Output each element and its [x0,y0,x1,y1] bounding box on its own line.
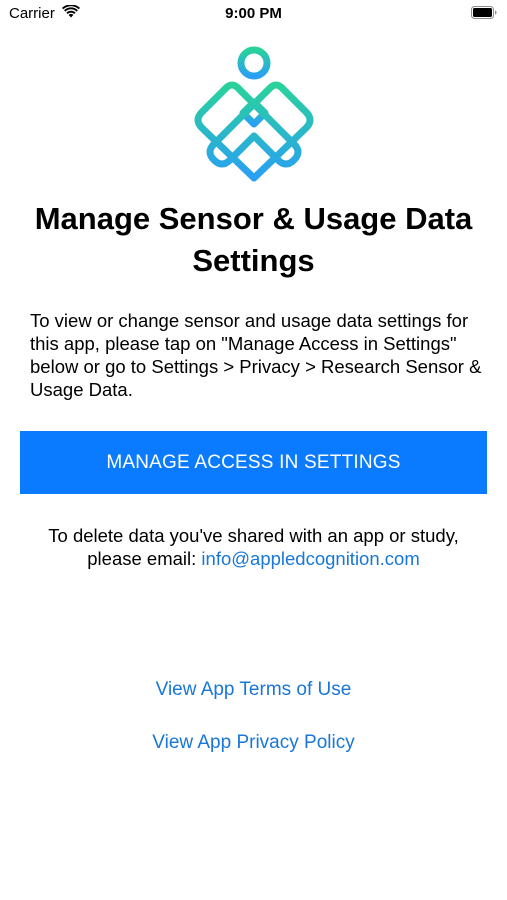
support-email-link[interactable]: info@appledcognition.com [201,548,419,569]
page-title: Manage Sensor & Usage Data Settings [34,201,473,278]
terms-of-use-link[interactable]: View App Terms of Use [0,678,507,702]
manage-access-button[interactable]: MANAGE ACCESS IN SETTINGS [20,431,487,494]
privacy-policy-link[interactable]: View App Privacy Policy [0,731,507,755]
battery-icon [471,6,497,19]
clock: 9:00 PM [225,5,282,22]
status-bar: Carrier 9:00 PM [0,0,507,28]
app-logo-icon [194,46,314,182]
delete-data-note: To delete data you've shared with an app… [20,524,487,570]
settings-instructions: To view or change sensor and usage data … [30,310,482,400]
